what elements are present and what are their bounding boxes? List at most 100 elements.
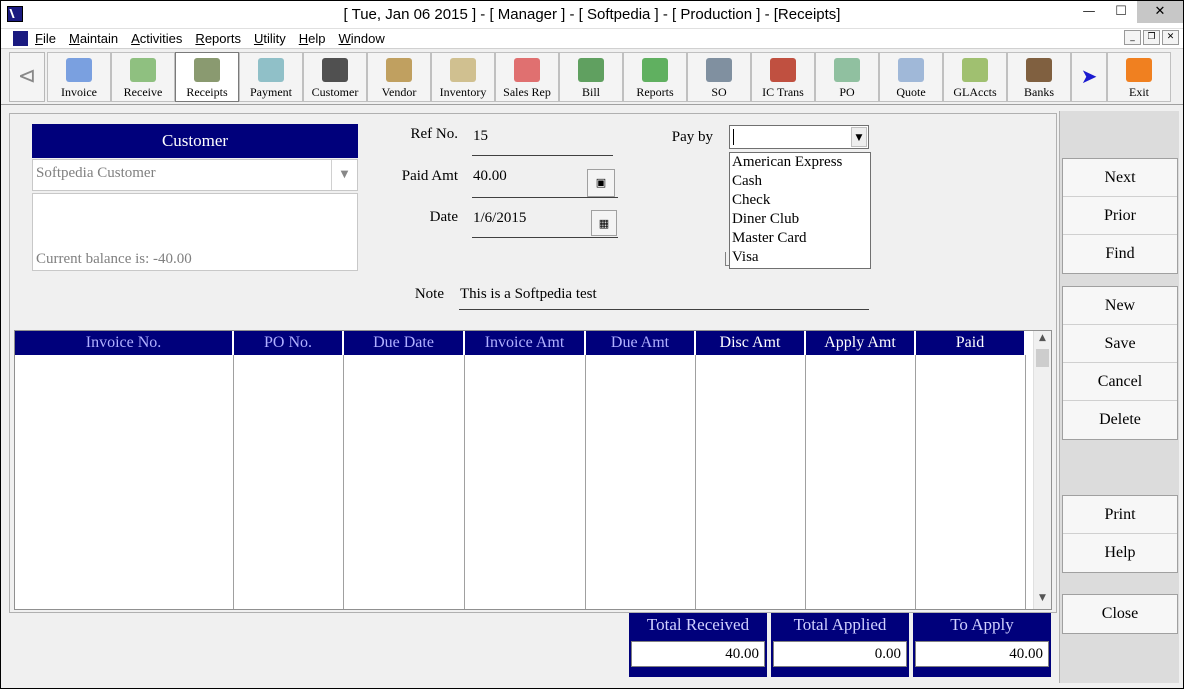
scroll-down-icon[interactable]: ▼ xyxy=(1034,593,1051,607)
minimize-button[interactable]: — xyxy=(1073,1,1105,23)
grid-cell[interactable] xyxy=(464,355,586,609)
toolbar-bill-button[interactable]: Bill xyxy=(559,52,623,102)
toolbar-vendor-button[interactable]: Vendor xyxy=(367,52,431,102)
toolbar-exit-button[interactable]: Exit xyxy=(1107,52,1171,102)
toolbar-button-label: Receive xyxy=(123,85,163,99)
menu-item-activities[interactable]: Activities xyxy=(131,31,182,46)
toolbar-glaccts-button[interactable]: GLAccts xyxy=(943,52,1007,102)
total-applied-box: Total Applied 0.00 xyxy=(771,613,909,677)
grid-cell[interactable] xyxy=(695,355,806,609)
note-label: Note xyxy=(414,286,444,302)
vertical-scrollbar[interactable]: ▲ ▼ xyxy=(1033,331,1051,609)
scroll-thumb[interactable] xyxy=(1036,349,1049,367)
delete-button[interactable]: Delete xyxy=(1063,401,1177,439)
ref-no-field[interactable]: 15 xyxy=(472,128,613,156)
table-row xyxy=(15,355,1026,609)
chevron-down-icon[interactable]: ▼ xyxy=(331,160,357,190)
pay-by-option[interactable]: American Express xyxy=(730,153,870,172)
prior-button[interactable]: Prior xyxy=(1063,197,1177,235)
toolbar-button-label: PO xyxy=(839,85,855,99)
pay-by-option[interactable]: Cash xyxy=(730,172,870,191)
toolbar-invoice-button[interactable]: Invoice xyxy=(47,52,111,102)
toolbar-so-button[interactable]: SO xyxy=(687,52,751,102)
scroll-up-icon[interactable]: ▲ xyxy=(1034,333,1051,347)
menu-item-file[interactable]: File xyxy=(35,31,56,46)
help-button[interactable]: Help xyxy=(1063,534,1177,572)
pay-by-option[interactable]: Check xyxy=(730,191,870,210)
mdi-minimize-button[interactable]: _ xyxy=(1124,30,1141,45)
document-icon[interactable] xyxy=(13,31,28,46)
paid-amt-label: Paid Amt xyxy=(401,168,458,184)
to-apply-value: 40.00 xyxy=(915,641,1049,667)
toolbar-reports-button[interactable]: Reports xyxy=(623,52,687,102)
ictrans-icon xyxy=(770,58,796,82)
note-field[interactable]: This is a Softpedia test xyxy=(459,286,869,310)
toolbar-receipts-button[interactable]: Receipts xyxy=(175,52,239,102)
column-header[interactable]: Apply Amt xyxy=(805,331,916,355)
calculator-icon[interactable]: ▣ xyxy=(587,169,615,197)
pay-by-dropdown-list: American Express Cash Check Diner Club Maste… xyxy=(729,152,871,269)
toolbar-sales-rep-button[interactable]: Sales Rep xyxy=(495,52,559,102)
toolbar-banks-button[interactable]: Banks xyxy=(1007,52,1071,102)
grid-cell[interactable] xyxy=(233,355,344,609)
maximize-button[interactable]: ☐ xyxy=(1105,1,1137,23)
toolbar-receive-button[interactable]: Receive xyxy=(111,52,175,102)
toolbar-button-label: IC Trans xyxy=(762,85,804,99)
grid-cell[interactable] xyxy=(343,355,465,609)
grid-cell[interactable] xyxy=(805,355,916,609)
toolbar-quote-button[interactable]: Quote xyxy=(879,52,943,102)
column-header[interactable]: Disc Amt xyxy=(695,331,806,355)
menu-item-maintain[interactable]: Maintain xyxy=(69,31,118,46)
toolbar-inventory-button[interactable]: Inventory xyxy=(431,52,495,102)
menu-item-utility[interactable]: Utility xyxy=(254,31,286,46)
window-controls: — ☐ ✕ xyxy=(1073,1,1183,23)
column-header[interactable]: Invoice Amt xyxy=(464,331,586,355)
find-button[interactable]: Find xyxy=(1063,235,1177,273)
menu-item-window[interactable]: Window xyxy=(338,31,384,46)
column-header[interactable]: PO No. xyxy=(233,331,344,355)
customer-select[interactable]: Softpedia Customer ▼ xyxy=(32,159,358,191)
app-window: [ Tue, Jan 06 2015 ] - [ Manager ] - [ S… xyxy=(0,0,1184,689)
next-button[interactable]: Next xyxy=(1063,159,1177,197)
glaccts-icon xyxy=(962,58,988,82)
close-window-button[interactable]: ✕ xyxy=(1137,1,1183,23)
toolbar-ic-trans-button[interactable]: IC Trans xyxy=(751,52,815,102)
toolbar: ⊲ Invoice Receive Receipts Payment Customer V… xyxy=(1,49,1183,105)
menu-item-reports[interactable]: Reports xyxy=(195,31,241,46)
pay-by-option[interactable]: Master Card xyxy=(730,229,870,248)
receipt-form: Customer Softpedia Customer ▼ Current ba… xyxy=(9,113,1057,613)
new-button[interactable]: New xyxy=(1063,287,1177,325)
grid-cell[interactable] xyxy=(915,355,1026,609)
save-button[interactable]: Save xyxy=(1063,325,1177,363)
total-received-value: 40.00 xyxy=(631,641,765,667)
mdi-restore-button[interactable]: ❐ xyxy=(1143,30,1160,45)
calendar-icon[interactable]: ▦ xyxy=(591,210,617,236)
navigation-group: Next Prior Find xyxy=(1062,158,1178,274)
toolbar-button-label: Customer xyxy=(311,85,359,99)
grid-cell[interactable] xyxy=(585,355,696,609)
column-header[interactable]: Paid xyxy=(915,331,1026,355)
cancel-button[interactable]: Cancel xyxy=(1063,363,1177,401)
total-applied-label: Total Applied xyxy=(793,615,887,634)
invoice-icon xyxy=(66,58,92,82)
toolbar-po-button[interactable]: PO xyxy=(815,52,879,102)
close-button[interactable]: Close xyxy=(1063,595,1177,633)
toolbar-payment-button[interactable]: Payment xyxy=(239,52,303,102)
print-button[interactable]: Print xyxy=(1063,496,1177,534)
toolbar-back-button[interactable]: ⊲ xyxy=(9,52,45,102)
toolbar-more-button[interactable]: ➤ xyxy=(1071,52,1107,102)
pay-by-option[interactable]: Visa xyxy=(730,248,870,267)
bill-icon xyxy=(578,58,604,82)
column-header[interactable]: Due Amt xyxy=(585,331,696,355)
pay-by-select[interactable]: ▼ xyxy=(729,125,869,149)
toolbar-customer-button[interactable]: Customer xyxy=(303,52,367,102)
pay-by-option[interactable]: Diner Club xyxy=(730,210,870,229)
grid-cell[interactable] xyxy=(15,355,234,609)
chevron-down-icon[interactable]: ▼ xyxy=(851,127,867,147)
inventory-icon xyxy=(450,58,476,82)
menu-item-help[interactable]: Help xyxy=(299,31,326,46)
column-header[interactable]: Invoice No. xyxy=(15,331,234,355)
mdi-close-button[interactable]: ✕ xyxy=(1162,30,1179,45)
column-header[interactable]: Due Date xyxy=(343,331,465,355)
to-apply-box: To Apply 40.00 xyxy=(913,613,1051,677)
